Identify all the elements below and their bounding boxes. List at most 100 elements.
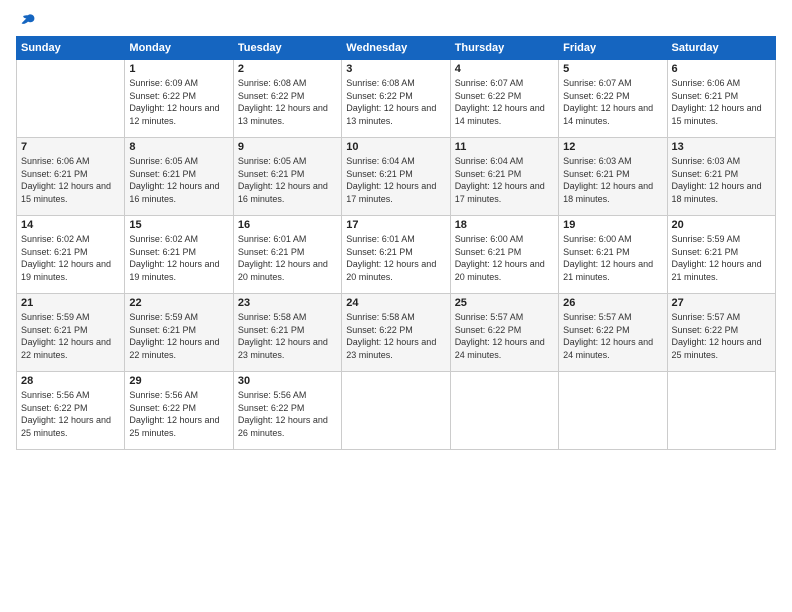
day-info: Sunrise: 6:00 AMSunset: 6:21 PMDaylight:…	[455, 233, 554, 283]
day-number: 20	[672, 219, 771, 231]
day-number: 22	[129, 297, 228, 309]
day-number: 8	[129, 141, 228, 153]
day-number: 30	[238, 375, 337, 387]
calendar-cell: 19Sunrise: 6:00 AMSunset: 6:21 PMDayligh…	[559, 216, 667, 294]
calendar-cell: 10 Sunrise: 6:04 AMSunset: 6:21 PMDayligh…	[342, 138, 450, 216]
calendar-cell: 22 Sunrise: 5:59 AMSunset: 6:21 PMDayligh…	[125, 294, 233, 372]
weekday-header-row: SundayMondayTuesdayWednesdayThursdayFrid…	[17, 37, 776, 60]
day-info: Sunrise: 5:56 AMSunset: 6:22 PMDaylight:…	[238, 389, 337, 439]
day-info: Sunrise: 5:56 AMSunset: 6:22 PMDaylight:…	[129, 389, 228, 439]
calendar-cell: 2 Sunrise: 6:08 AMSunset: 6:22 PMDaylight…	[233, 60, 341, 138]
calendar-cell: 8Sunrise: 6:05 AMSunset: 6:21 PMDaylight…	[125, 138, 233, 216]
day-number: 10	[346, 141, 445, 153]
logo	[16, 12, 36, 28]
day-number: 21	[21, 297, 120, 309]
day-number: 17	[346, 219, 445, 231]
calendar-cell: 25 Sunrise: 5:57 AMSunset: 6:22 PMDayligh…	[450, 294, 558, 372]
calendar-cell	[450, 372, 558, 450]
day-info: Sunrise: 5:59 AMSunset: 6:21 PMDaylight:…	[672, 233, 771, 283]
logo-bird-icon	[20, 12, 36, 28]
day-info: Sunrise: 6:08 AMSunset: 6:22 PMDaylight:…	[238, 77, 337, 127]
day-number: 24	[346, 297, 445, 309]
day-info: Sunrise: 6:04 AMSunset: 6:21 PMDaylight:…	[455, 155, 554, 205]
calendar-cell: 6 Sunrise: 6:06 AMSunset: 6:21 PMDaylight…	[667, 60, 775, 138]
calendar-cell: 13 Sunrise: 6:03 AMSunset: 6:21 PMDayligh…	[667, 138, 775, 216]
day-number: 7	[21, 141, 120, 153]
calendar-cell: 29 Sunrise: 5:56 AMSunset: 6:22 PMDayligh…	[125, 372, 233, 450]
day-number: 2	[238, 63, 337, 75]
weekday-header-friday: Friday	[559, 37, 667, 60]
day-info: Sunrise: 6:06 AMSunset: 6:21 PMDaylight:…	[672, 77, 771, 127]
calendar-week-5: 28 Sunrise: 5:56 AMSunset: 6:22 PMDayligh…	[17, 372, 776, 450]
day-info: Sunrise: 6:02 AMSunset: 6:21 PMDaylight:…	[129, 233, 228, 283]
day-number: 28	[21, 375, 120, 387]
calendar-week-4: 21 Sunrise: 5:59 AMSunset: 6:21 PMDayligh…	[17, 294, 776, 372]
day-info: Sunrise: 6:03 AMSunset: 6:21 PMDaylight:…	[563, 155, 662, 205]
day-info: Sunrise: 5:58 AMSunset: 6:21 PMDaylight:…	[238, 311, 337, 361]
day-number: 16	[238, 219, 337, 231]
calendar-cell: 15 Sunrise: 6:02 AMSunset: 6:21 PMDayligh…	[125, 216, 233, 294]
day-info: Sunrise: 5:57 AMSunset: 6:22 PMDaylight:…	[455, 311, 554, 361]
day-number: 13	[672, 141, 771, 153]
day-number: 4	[455, 63, 554, 75]
day-number: 9	[238, 141, 337, 153]
day-number: 25	[455, 297, 554, 309]
calendar-cell: 21Sunrise: 5:59 AMSunset: 6:21 PMDayligh…	[17, 294, 125, 372]
calendar-cell: 27 Sunrise: 5:57 AMSunset: 6:22 PMDayligh…	[667, 294, 775, 372]
day-info: Sunrise: 6:06 AMSunset: 6:21 PMDaylight:…	[21, 155, 120, 205]
day-number: 12	[563, 141, 662, 153]
day-info: Sunrise: 5:57 AMSunset: 6:22 PMDaylight:…	[563, 311, 662, 361]
calendar-week-3: 14 Sunrise: 6:02 AMSunset: 6:21 PMDayligh…	[17, 216, 776, 294]
calendar-cell	[17, 60, 125, 138]
calendar-cell: 18 Sunrise: 6:00 AMSunset: 6:21 PMDayligh…	[450, 216, 558, 294]
weekday-header-tuesday: Tuesday	[233, 37, 341, 60]
calendar-week-2: 7 Sunrise: 6:06 AMSunset: 6:21 PMDaylight…	[17, 138, 776, 216]
day-number: 6	[672, 63, 771, 75]
day-number: 15	[129, 219, 228, 231]
calendar-cell: 5Sunrise: 6:07 AMSunset: 6:22 PMDaylight…	[559, 60, 667, 138]
day-info: Sunrise: 6:09 AMSunset: 6:22 PMDaylight:…	[129, 77, 228, 127]
day-info: Sunrise: 5:59 AMSunset: 6:21 PMDaylight:…	[129, 311, 228, 361]
calendar-header: SundayMondayTuesdayWednesdayThursdayFrid…	[17, 37, 776, 60]
calendar-week-1: 1Sunrise: 6:09 AMSunset: 6:22 PMDaylight…	[17, 60, 776, 138]
calendar-cell: 9Sunrise: 6:05 AMSunset: 6:21 PMDaylight…	[233, 138, 341, 216]
day-info: Sunrise: 6:07 AMSunset: 6:22 PMDaylight:…	[563, 77, 662, 127]
day-info: Sunrise: 6:01 AMSunset: 6:21 PMDaylight:…	[238, 233, 337, 283]
day-number: 11	[455, 141, 554, 153]
day-info: Sunrise: 6:03 AMSunset: 6:21 PMDaylight:…	[672, 155, 771, 205]
day-number: 27	[672, 297, 771, 309]
calendar-cell: 26Sunrise: 5:57 AMSunset: 6:22 PMDayligh…	[559, 294, 667, 372]
calendar-cell: 14 Sunrise: 6:02 AMSunset: 6:21 PMDayligh…	[17, 216, 125, 294]
day-info: Sunrise: 6:02 AMSunset: 6:21 PMDaylight:…	[21, 233, 120, 283]
calendar-cell: 3Sunrise: 6:08 AMSunset: 6:22 PMDaylight…	[342, 60, 450, 138]
calendar-table: SundayMondayTuesdayWednesdayThursdayFrid…	[16, 36, 776, 450]
page: SundayMondayTuesdayWednesdayThursdayFrid…	[0, 0, 792, 612]
calendar-cell: 7 Sunrise: 6:06 AMSunset: 6:21 PMDaylight…	[17, 138, 125, 216]
day-number: 3	[346, 63, 445, 75]
calendar-cell: 24 Sunrise: 5:58 AMSunset: 6:22 PMDayligh…	[342, 294, 450, 372]
weekday-header-thursday: Thursday	[450, 37, 558, 60]
day-info: Sunrise: 6:04 AMSunset: 6:21 PMDaylight:…	[346, 155, 445, 205]
calendar-cell: 30 Sunrise: 5:56 AMSunset: 6:22 PMDayligh…	[233, 372, 341, 450]
calendar-cell: 20 Sunrise: 5:59 AMSunset: 6:21 PMDayligh…	[667, 216, 775, 294]
day-info: Sunrise: 5:57 AMSunset: 6:22 PMDaylight:…	[672, 311, 771, 361]
day-number: 18	[455, 219, 554, 231]
calendar-cell	[342, 372, 450, 450]
day-number: 14	[21, 219, 120, 231]
weekday-header-monday: Monday	[125, 37, 233, 60]
weekday-header-saturday: Saturday	[667, 37, 775, 60]
weekday-header-sunday: Sunday	[17, 37, 125, 60]
day-info: Sunrise: 5:58 AMSunset: 6:22 PMDaylight:…	[346, 311, 445, 361]
calendar-body: 1Sunrise: 6:09 AMSunset: 6:22 PMDaylight…	[17, 60, 776, 450]
calendar-cell	[667, 372, 775, 450]
day-info: Sunrise: 6:07 AMSunset: 6:22 PMDaylight:…	[455, 77, 554, 127]
day-info: Sunrise: 5:56 AMSunset: 6:22 PMDaylight:…	[21, 389, 120, 439]
calendar-cell: 16 Sunrise: 6:01 AMSunset: 6:21 PMDayligh…	[233, 216, 341, 294]
day-info: Sunrise: 6:01 AMSunset: 6:21 PMDaylight:…	[346, 233, 445, 283]
day-number: 29	[129, 375, 228, 387]
calendar-cell: 11 Sunrise: 6:04 AMSunset: 6:21 PMDayligh…	[450, 138, 558, 216]
header	[16, 12, 776, 28]
weekday-header-wednesday: Wednesday	[342, 37, 450, 60]
calendar-cell: 12 Sunrise: 6:03 AMSunset: 6:21 PMDayligh…	[559, 138, 667, 216]
calendar-cell: 1Sunrise: 6:09 AMSunset: 6:22 PMDaylight…	[125, 60, 233, 138]
